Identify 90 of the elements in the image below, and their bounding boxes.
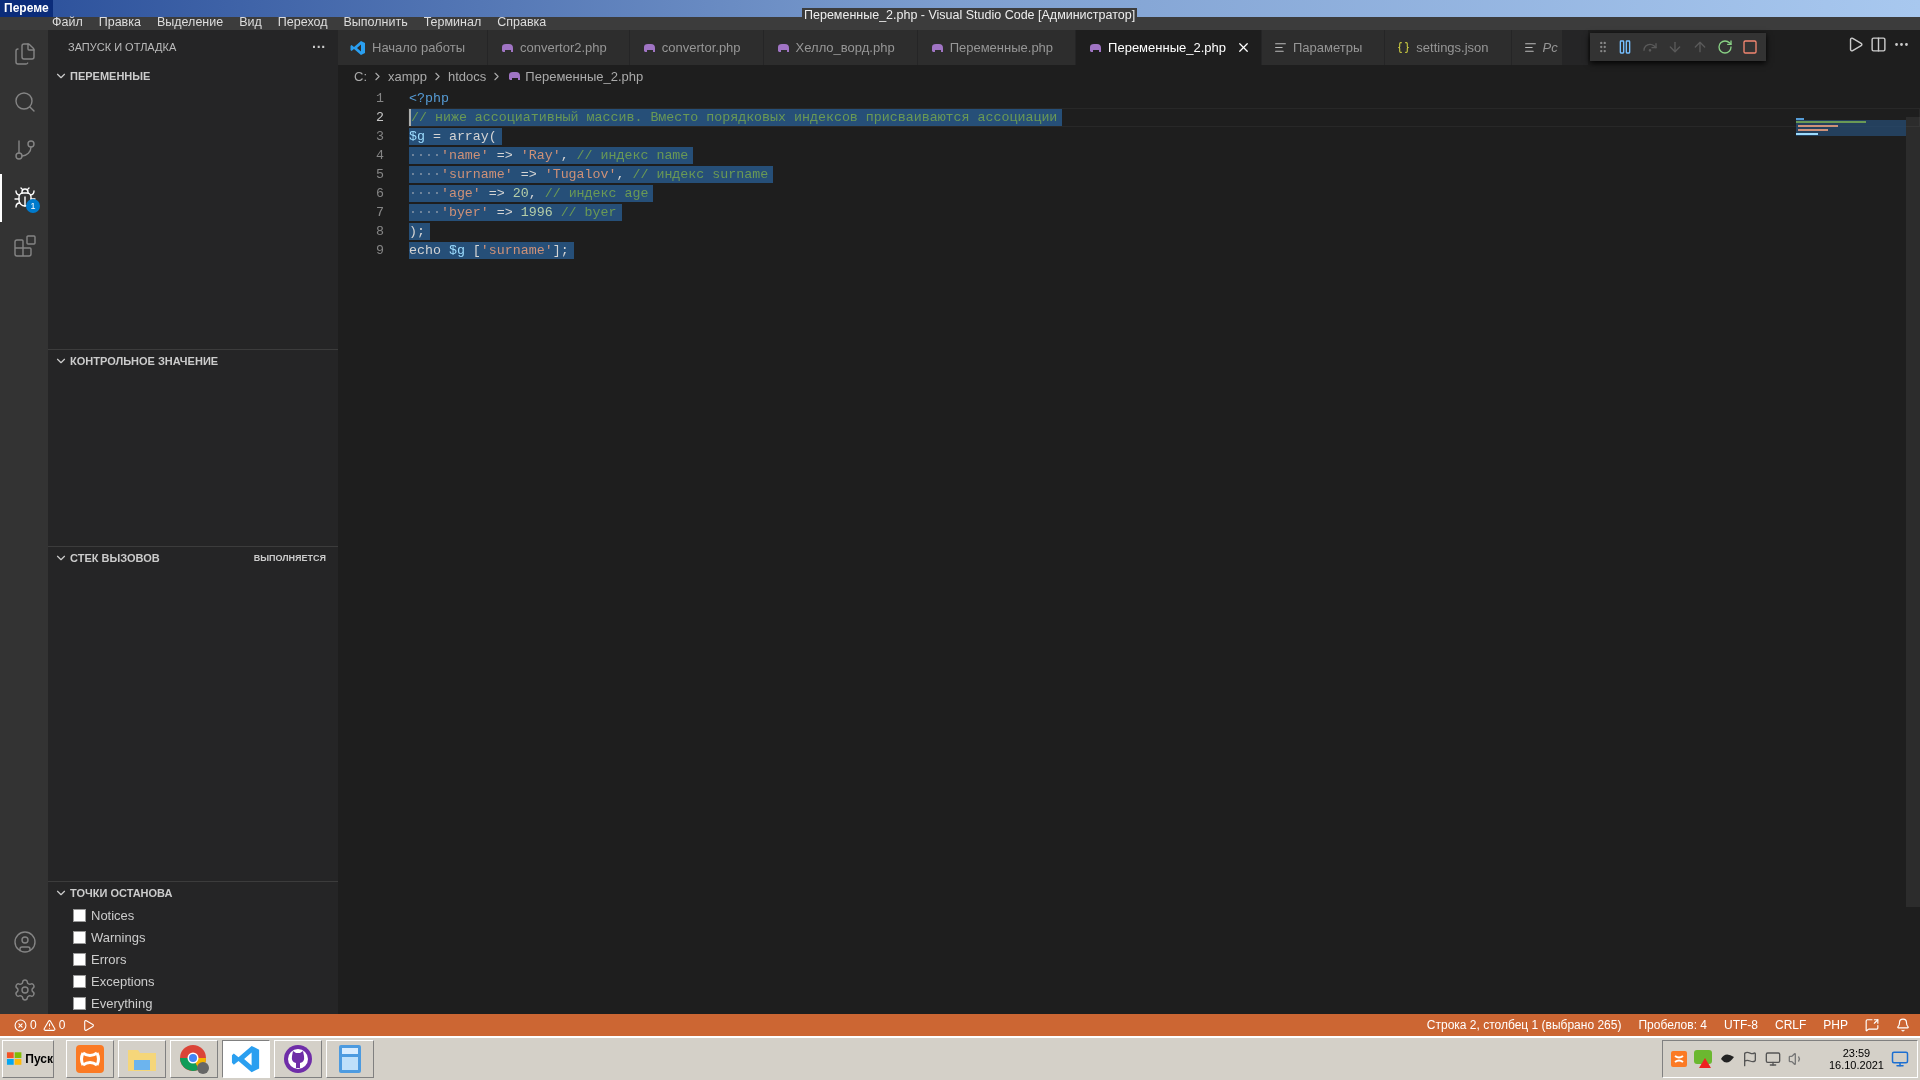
checkbox[interactable] xyxy=(73,908,86,922)
menu-item[interactable]: Переход xyxy=(269,15,336,30)
more-button[interactable]: ··· xyxy=(312,39,326,56)
menu-item[interactable]: Справка xyxy=(489,15,555,30)
checkbox-label: Everything xyxy=(91,995,153,1011)
line-number: 7 xyxy=(375,205,384,220)
settings-icon xyxy=(13,978,37,1002)
status-item[interactable]: Строка 2, столбец 1 (выбрано 265) xyxy=(1426,1018,1622,1032)
window-title: Переменные_2.php - Visual Studio Code [Администратор] xyxy=(802,8,1138,22)
checkbox-label: Exceptions xyxy=(91,973,155,989)
line-number: 5 xyxy=(375,167,384,182)
scrollbar[interactable] xyxy=(1906,117,1920,907)
lines-icon xyxy=(1274,41,1287,54)
status-item[interactable]: Пробелов: 4 xyxy=(1638,1018,1707,1032)
branch-icon xyxy=(13,138,37,162)
problems-indicator[interactable]: 0 0 xyxy=(14,1018,66,1032)
editor-tab[interactable]: Pc xyxy=(1511,30,1563,65)
blocks-icon xyxy=(13,234,37,258)
line-number: 3 xyxy=(375,129,384,144)
restart-button[interactable] xyxy=(1717,39,1733,55)
search-icon xyxy=(13,90,37,114)
bug-icon xyxy=(13,186,37,210)
line-number: 9 xyxy=(375,243,384,258)
menu-item[interactable]: Файл xyxy=(44,15,91,30)
breadcrumb-item[interactable]: xampp xyxy=(388,68,428,84)
lines-icon xyxy=(1523,41,1537,54)
menu-item[interactable]: Терминал xyxy=(415,15,490,30)
taskbar-app-button[interactable] xyxy=(222,1040,270,1078)
line-number: 2 xyxy=(375,110,384,125)
editor-tab[interactable]: Параметры xyxy=(1262,30,1386,65)
split-editor-icon[interactable] xyxy=(1870,36,1887,53)
line-number: 1 xyxy=(375,91,384,106)
editor-tab[interactable]: Хелло_ворд.php xyxy=(763,30,918,65)
menu-item[interactable]: Выполнить xyxy=(335,15,416,30)
breadcrumb-item[interactable]: C: xyxy=(354,68,367,84)
clock-date: 16.10.2021 xyxy=(1828,1059,1884,1071)
vscode-logo-icon xyxy=(231,1044,261,1074)
clock-time: 23:59 xyxy=(1842,1047,1871,1059)
braces-icon xyxy=(1397,41,1411,54)
checkbox[interactable] xyxy=(73,974,86,988)
menu-item[interactable]: Вид xyxy=(231,15,270,30)
close-icon[interactable] xyxy=(1236,40,1251,55)
section-header[interactable]: ПЕРЕМЕННЫЕ xyxy=(48,64,338,87)
section-header[interactable]: СТЕК ВЫЗОВОВ ВЫПОЛНЯЕТСЯ xyxy=(48,547,338,570)
checkbox[interactable] xyxy=(73,930,86,944)
count-badge: 1 xyxy=(26,199,40,213)
show-desktop-icon[interactable] xyxy=(1891,1050,1909,1068)
xampp-logo-icon xyxy=(1670,1051,1687,1067)
github-logo-icon xyxy=(283,1044,313,1074)
window-title: Переме xyxy=(0,0,53,17)
start-button[interactable]: Пуск xyxy=(2,1040,54,1078)
section-header[interactable]: ТОЧКИ ОСТАНОВА xyxy=(48,882,338,904)
checkbox-label: Errors xyxy=(91,951,127,967)
menu-item[interactable]: Правка xyxy=(90,15,149,30)
account-icon xyxy=(13,930,37,954)
stop-button[interactable] xyxy=(1742,39,1758,55)
editor-tab[interactable]: settings.json xyxy=(1385,30,1512,65)
checkbox[interactable] xyxy=(73,952,86,966)
line-number: 8 xyxy=(375,224,384,239)
editor-tab[interactable]: Переменные_2.php xyxy=(1076,30,1262,65)
code-line: <?php xyxy=(409,90,449,107)
checkbox[interactable] xyxy=(73,996,86,1010)
breadcrumb-item[interactable]: Переменные_2.php xyxy=(507,68,644,84)
checkbox-label: Notices xyxy=(91,907,135,923)
status-label: ВЫПОЛНЯЕТСЯ xyxy=(253,553,326,564)
notification-icon[interactable] xyxy=(1896,1018,1910,1032)
windows-logo-icon xyxy=(6,1051,24,1067)
breadcrumb-item[interactable]: htdocs xyxy=(448,68,487,84)
menu-item[interactable]: Выделение xyxy=(148,15,232,30)
vscode-logo-icon xyxy=(350,39,366,56)
flag-icon xyxy=(1741,1051,1758,1067)
network-icon xyxy=(1764,1051,1781,1067)
status-item[interactable]: PHP xyxy=(1823,1018,1848,1032)
status-item[interactable]: UTF-8 xyxy=(1723,1018,1758,1032)
pause-button[interactable] xyxy=(1617,39,1633,55)
editor-tab[interactable]: convertor2.php xyxy=(488,30,630,65)
editor-tab[interactable]: Начало работы xyxy=(338,30,489,65)
line-number: 4 xyxy=(375,148,384,163)
chrome-logo-icon xyxy=(178,1043,210,1075)
sidebar-title: ЗАПУСК И ОТЛАДКА xyxy=(68,41,177,54)
run-debug-icon[interactable] xyxy=(1847,36,1864,53)
files-icon xyxy=(13,42,37,66)
status-item[interactable]: CRLF xyxy=(1774,1018,1807,1032)
feedback-icon[interactable] xyxy=(1865,1018,1879,1032)
checkbox-label: Warnings xyxy=(91,929,146,945)
section-header[interactable]: КОНТРОЛЬНОЕ ЗНАЧЕНИЕ xyxy=(48,349,338,372)
editor-tab[interactable]: convertor.php xyxy=(629,30,764,65)
editor-tab[interactable]: Переменные.php xyxy=(917,30,1077,65)
xampp-logo-icon xyxy=(75,1044,105,1074)
line-number: 6 xyxy=(375,186,384,201)
